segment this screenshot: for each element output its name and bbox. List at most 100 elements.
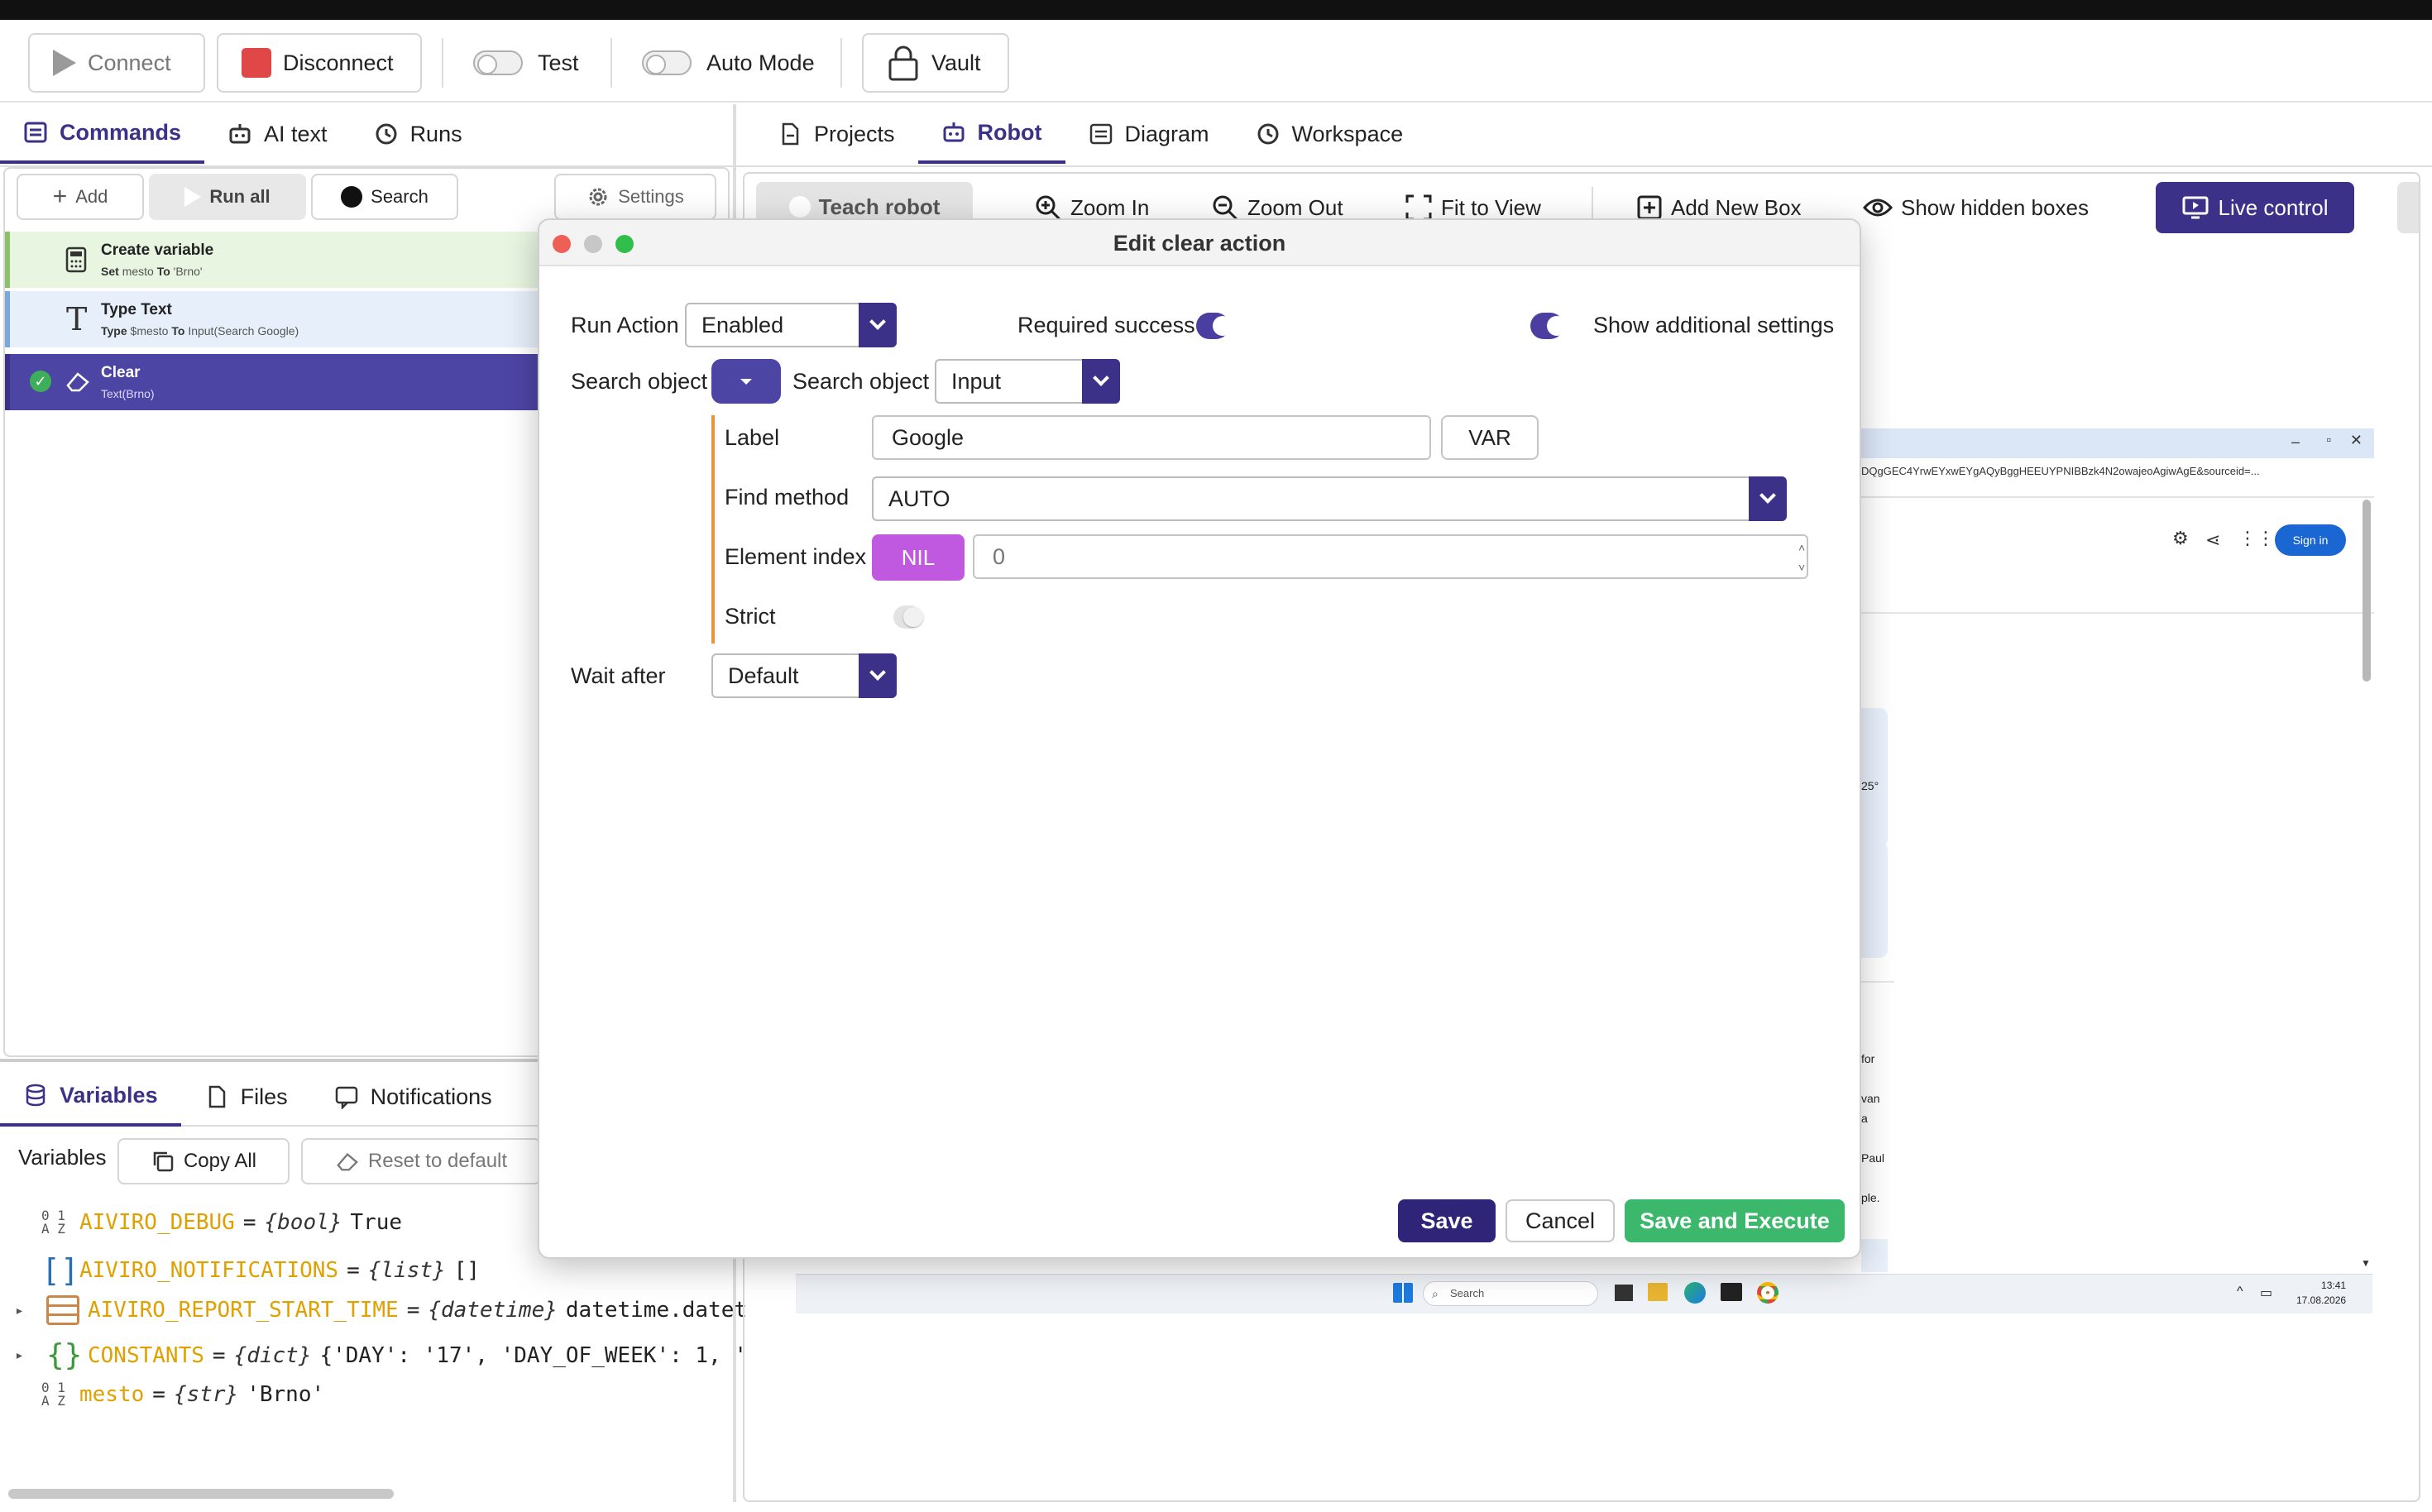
overflow-button[interactable] (2397, 182, 2419, 233)
taskbar-search[interactable]: ⌕ Search (1423, 1281, 1598, 1306)
robot-icon (229, 124, 251, 144)
tab-workspace[interactable]: Workspace (1233, 104, 1427, 164)
dict-type-icon: {} (46, 1338, 83, 1372)
minimize-icon: – (2291, 433, 2300, 450)
eye-icon (1863, 199, 1893, 217)
search-object-label: Search object (571, 369, 708, 394)
variable-row[interactable]: [] AIVIRO_NOTIFICATIONS = {list}[] (41, 1252, 480, 1289)
window-top-strip (0, 0, 2432, 20)
preview-divider (1861, 981, 1894, 983)
expand-arrow-icon[interactable]: ▸ (15, 1347, 38, 1364)
disconnect-button[interactable]: Disconnect (217, 33, 422, 93)
run-action-select[interactable]: Enabled (685, 303, 897, 347)
gear-icon (589, 188, 607, 206)
variable-row[interactable]: ▸ AIVIRO_REPORT_START_TIME = {datetime} dat… (15, 1295, 747, 1325)
preview-titlebar: – ▫ ✕ (1861, 428, 2374, 458)
reset-to-default-button[interactable]: Reset to default (301, 1138, 541, 1184)
tab-variables[interactable]: Variables (0, 1067, 181, 1127)
taskbar-clock[interactable]: 13:41 17.08.2026 (2296, 1278, 2346, 1308)
play-icon (184, 187, 202, 207)
preview-divider (1861, 612, 2374, 614)
tab-ai-text[interactable]: AI text (204, 104, 351, 164)
tray-network-icon[interactable]: ▭ (2260, 1285, 2272, 1301)
chrome-icon[interactable] (1757, 1282, 1779, 1304)
dialog-title: Edit clear action (1113, 231, 1286, 256)
play-icon (53, 50, 76, 76)
show-additional-settings-switch[interactable] (1530, 313, 1567, 339)
search-object-type-select[interactable]: Input (935, 359, 1120, 404)
toolbar-divider (840, 38, 842, 88)
tab-robot[interactable]: Robot (917, 104, 1065, 164)
list-icon (24, 122, 47, 143)
auto-mode-toggle[interactable]: Auto Mode (642, 33, 815, 93)
required-success-switch[interactable] (1196, 313, 1233, 339)
window-minimize-icon[interactable] (584, 235, 602, 253)
edge-icon[interactable] (1684, 1282, 1706, 1304)
connect-button[interactable]: Connect (28, 33, 205, 93)
fit-view-icon (1405, 194, 1432, 221)
save-button[interactable]: Save (1398, 1199, 1496, 1242)
search-object-collapse-button[interactable] (711, 359, 781, 404)
preview-text: a (1861, 1112, 1868, 1125)
history-icon (1257, 123, 1279, 145)
command-row-clear[interactable]: ✓ Clear Text(Brno) (5, 354, 551, 410)
spinner-arrows-icon[interactable]: ˄ ˅ (1798, 538, 1807, 577)
vault-button[interactable]: Vault (862, 33, 1009, 93)
tray-chevron-icon[interactable]: ^ (2237, 1285, 2243, 1299)
add-command-button[interactable]: + Add (17, 174, 144, 220)
expand-arrow-icon[interactable]: ▸ (15, 1302, 38, 1319)
live-control-button[interactable]: Live control (2156, 182, 2354, 233)
preview-taskbar: ⌕ Search ^ ▭ 13:41 17.08.2026 (796, 1274, 2372, 1313)
caret-down-icon (740, 378, 752, 385)
tab-projects[interactable]: Projects (754, 104, 918, 164)
preview-text: Paul (1861, 1151, 1885, 1165)
label-input[interactable]: Google (872, 415, 1431, 460)
window-maximize-icon[interactable] (615, 235, 634, 253)
share-icon: ⋖ (2205, 529, 2221, 550)
save-and-execute-button[interactable]: Save and Execute (1625, 1199, 1845, 1242)
command-row-create-variable[interactable]: Create variable Set mesto To 'Brno' (5, 232, 551, 288)
copy-all-button[interactable]: Copy All (117, 1138, 290, 1184)
monitor-icon (2182, 196, 2209, 219)
window-close-icon[interactable] (553, 235, 571, 253)
chevron-down-icon (1082, 359, 1120, 404)
tab-notifications[interactable]: Notifications (311, 1067, 515, 1127)
terminal-icon[interactable] (1721, 1283, 1742, 1301)
tab-commands[interactable]: Commands (0, 104, 205, 164)
variable-row[interactable]: 0 1A Z AIVIRO_DEBUG = {bool} True (41, 1209, 402, 1236)
required-success-label: Required success (1017, 313, 1195, 337)
label-field-label: Label (725, 425, 780, 450)
copy-icon (153, 1151, 174, 1172)
variable-row[interactable]: 0 1A Z mesto = {str} 'Brno' (41, 1381, 324, 1408)
plus-icon: + (52, 183, 68, 210)
strict-switch[interactable] (893, 605, 923, 629)
variable-row[interactable]: ▸ {} CONSTANTS = {dict} {'DAY': '17', 'DAY_… (15, 1338, 747, 1372)
run-all-button[interactable]: Run all (149, 174, 306, 220)
show-hidden-boxes-button[interactable]: Show hidden boxes (1863, 187, 2089, 228)
preview-scrollbar[interactable] (2363, 500, 2371, 682)
nil-button[interactable]: NIL (872, 534, 965, 581)
settings-button[interactable]: Settings (554, 174, 716, 220)
show-additional-settings-label: Show additional settings (1593, 313, 1835, 337)
preview-text: ple. (1861, 1191, 1880, 1204)
tab-files[interactable]: Files (181, 1067, 311, 1127)
chevron-down-icon (859, 303, 897, 347)
preview-text: for (1861, 1052, 1875, 1065)
horizontal-scrollbar[interactable] (8, 1489, 394, 1499)
task-view-icon[interactable] (1615, 1285, 1633, 1301)
tab-diagram[interactable]: Diagram (1065, 104, 1233, 164)
zoom-in-icon (1036, 195, 1061, 221)
cancel-button[interactable]: Cancel (1506, 1199, 1615, 1242)
windows-start-icon[interactable] (1393, 1283, 1413, 1303)
database-icon (26, 1084, 45, 1107)
command-row-type-text[interactable]: T Type Text Type $mesto To Input(Search … (5, 291, 551, 347)
element-index-input[interactable]: 0 (973, 534, 1808, 579)
tab-runs[interactable]: Runs (351, 104, 486, 164)
wait-after-select[interactable]: Default (711, 653, 897, 698)
test-toggle[interactable]: Test (473, 33, 579, 93)
preview-sign-in-button[interactable]: Sign in (2275, 524, 2346, 556)
search-command-button[interactable]: Search (311, 174, 458, 220)
var-button[interactable]: VAR (1441, 415, 1539, 460)
file-explorer-icon[interactable] (1648, 1283, 1668, 1301)
find-method-select[interactable]: AUTO (872, 476, 1787, 521)
